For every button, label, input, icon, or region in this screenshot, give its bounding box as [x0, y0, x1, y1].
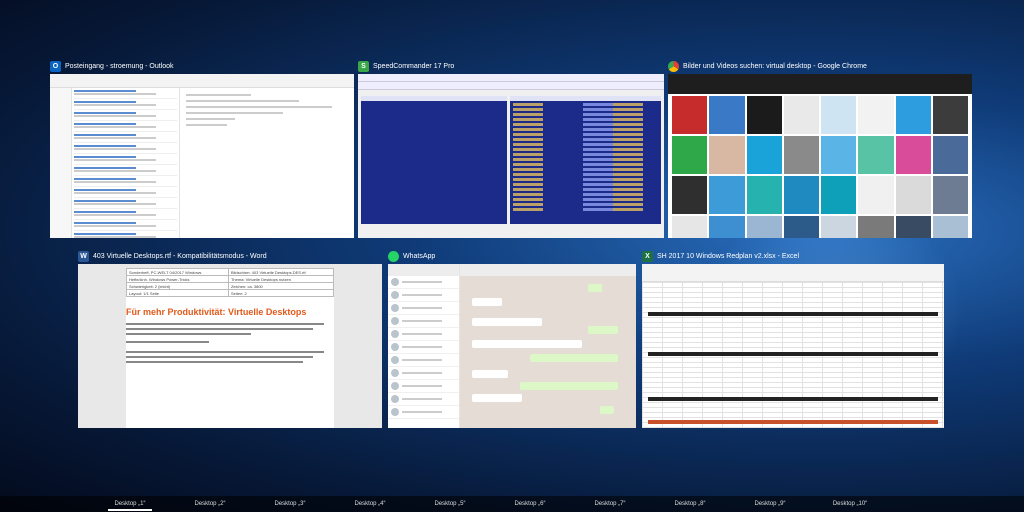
desktop-item[interactable]: Desktop „2“ — [170, 496, 250, 512]
window-title: Posteingang - stroemung - Outlook — [65, 63, 174, 70]
chat-list — [388, 264, 460, 428]
ribbon — [50, 74, 354, 88]
window-preview[interactable] — [388, 264, 636, 428]
desktop-item[interactable]: Desktop „1“ — [90, 496, 170, 512]
whatsapp-icon — [388, 251, 399, 262]
speedcommander-icon: S — [358, 61, 369, 72]
ribbon — [642, 264, 944, 282]
window-title: SH 2017 10 Windows Redplan v2.xlsx - Exc… — [657, 253, 799, 260]
chat-window — [460, 264, 636, 428]
window-preview[interactable] — [50, 74, 354, 238]
virtual-desktop-bar: Desktop „1“ Desktop „2“ Desktop „3“ Desk… — [0, 496, 1024, 512]
window-title-bar[interactable]: W 403 Virtuelle Desktops.rtf - Kompatibi… — [78, 248, 382, 264]
window-word[interactable]: W 403 Virtuelle Desktops.rtf - Kompatibi… — [78, 248, 382, 428]
desktop-item[interactable]: Desktop „6“ — [490, 496, 570, 512]
window-title: 403 Virtuelle Desktops.rtf - Kompatibili… — [93, 253, 267, 260]
desktop-item[interactable]: Desktop „5“ — [410, 496, 490, 512]
window-outlook[interactable]: O Posteingang - stroemung - Outlook — [50, 58, 354, 238]
window-title-bar[interactable]: S SpeedCommander 17 Pro — [358, 58, 664, 74]
window-whatsapp[interactable]: WhatsApp — [388, 248, 636, 428]
folder-pane — [50, 88, 72, 238]
window-title-bar[interactable]: O Posteingang - stroemung - Outlook — [50, 58, 354, 74]
desktop-item[interactable]: Desktop „3“ — [250, 496, 330, 512]
toolbar — [358, 82, 664, 90]
document-header-table: Sonderheft, PC-WELT 04/2017 WindowsBilds… — [126, 268, 334, 297]
document-heading: Für mehr Produktivität: Virtuelle Deskto… — [126, 307, 334, 317]
window-excel[interactable]: X SH 2017 10 Windows Redplan v2.xlsx - E… — [642, 248, 944, 428]
document-page[interactable]: Sonderheft, PC-WELT 04/2017 WindowsBilds… — [126, 268, 334, 428]
desktop-item[interactable]: Desktop „7“ — [570, 496, 650, 512]
desktop-item[interactable]: Desktop „8“ — [650, 496, 730, 512]
right-file-pane — [510, 96, 661, 224]
word-icon: W — [78, 251, 89, 262]
window-title-bar[interactable]: X SH 2017 10 Windows Redplan v2.xlsx - E… — [642, 248, 944, 264]
desktop-item[interactable]: Desktop „4“ — [330, 496, 410, 512]
window-preview[interactable]: Sonderheft, PC-WELT 04/2017 WindowsBilds… — [78, 264, 382, 428]
desktop-item[interactable]: Desktop „9“ — [730, 496, 810, 512]
desktop-item[interactable]: Desktop „10“ — [810, 496, 890, 512]
left-file-pane — [361, 96, 507, 224]
outlook-icon: O — [50, 61, 61, 72]
window-preview[interactable] — [358, 74, 664, 238]
window-chrome[interactable]: Bilder und Videos suchen: virtual deskto… — [668, 58, 972, 238]
spreadsheet-grid[interactable] — [642, 282, 944, 428]
window-preview[interactable] — [642, 264, 944, 428]
message-list — [72, 88, 180, 238]
reading-pane — [186, 94, 348, 130]
window-title: Bilder und Videos suchen: virtual deskto… — [683, 63, 867, 70]
window-title-bar[interactable]: WhatsApp — [388, 248, 636, 264]
window-title: SpeedCommander 17 Pro — [373, 63, 454, 70]
excel-icon: X — [642, 251, 653, 262]
window-preview[interactable] — [668, 74, 972, 238]
window-title-bar[interactable]: Bilder und Videos suchen: virtual deskto… — [668, 58, 972, 74]
chrome-icon — [668, 61, 679, 72]
browser-toolbar — [668, 74, 972, 94]
image-results-grid — [672, 96, 968, 238]
document-body-text — [126, 323, 334, 363]
menu-bar — [358, 74, 664, 82]
window-title: WhatsApp — [403, 253, 435, 260]
window-speedcommander[interactable]: S SpeedCommander 17 Pro — [358, 58, 664, 238]
